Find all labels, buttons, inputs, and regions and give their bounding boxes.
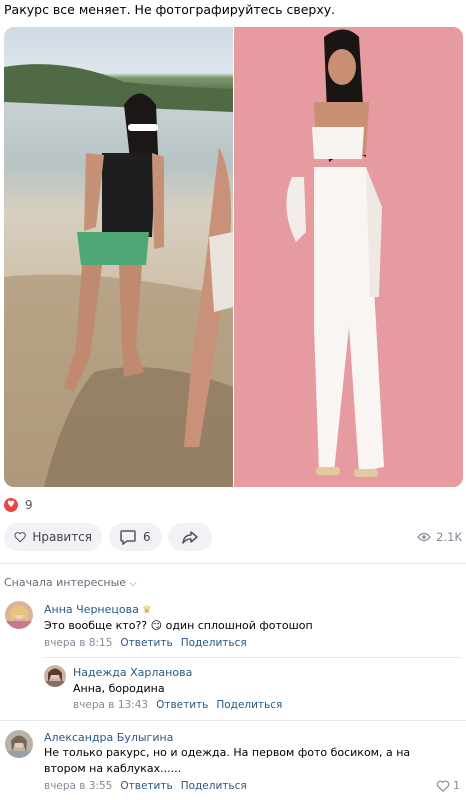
comment-time: вчера в 3:55 — [44, 780, 113, 792]
reply-link[interactable]: Ответить — [156, 699, 208, 711]
crown-icon: ♛ — [142, 605, 152, 616]
comment-text: Анна, бородина — [73, 682, 165, 695]
comment-button[interactable]: 6 — [109, 523, 162, 551]
views-counter: 2.1K — [417, 530, 462, 544]
beach-photo — [4, 27, 233, 487]
comment-time: вчера в 8:15 — [44, 637, 113, 649]
comment-icon — [120, 530, 136, 545]
comments-sort[interactable]: Сначала интересные ⌵ — [4, 576, 136, 589]
heart-outline-icon — [436, 780, 450, 792]
studio-photo — [234, 27, 463, 487]
reactions-count: 9 — [25, 498, 33, 512]
comment-like-button[interactable]: 1 — [436, 779, 460, 792]
divider — [0, 720, 466, 721]
share-link[interactable]: Поделиться — [216, 699, 282, 711]
reply-link[interactable]: Ответить — [120, 780, 172, 792]
like-button[interactable]: Нравится — [4, 523, 102, 551]
comment-author[interactable]: Александра Булыгина — [44, 731, 173, 744]
comment-time: вчера в 13:43 — [73, 699, 149, 711]
comment-author[interactable]: Анна Чернецова ♛ — [44, 603, 151, 616]
comment-meta: вчера в 3:55 Ответить Поделиться — [44, 780, 255, 792]
reactions-summary[interactable]: ♥ 9 — [4, 498, 33, 512]
comment-text: Не только ракурс, но и одежда. На первом… — [44, 746, 411, 775]
comment-meta: вчера в 13:43 Ответить Поделиться — [73, 699, 290, 711]
share-button[interactable] — [168, 523, 212, 551]
divider — [44, 657, 462, 658]
avatar[interactable] — [5, 730, 33, 758]
eye-icon — [417, 532, 432, 542]
heart-outline-icon — [14, 532, 26, 543]
chevron-down-icon: ⌵ — [129, 579, 137, 589]
reply-link[interactable]: Ответить — [120, 637, 172, 649]
avatar[interactable] — [5, 601, 33, 629]
comments-count: 6 — [143, 530, 151, 544]
post-photo[interactable] — [4, 27, 463, 487]
comment-text: Это вообще кто?? 😏 один сплошной фотошоп — [44, 619, 313, 632]
avatar[interactable] — [44, 665, 66, 687]
share-link[interactable]: Поделиться — [181, 780, 247, 792]
comment-like-count: 1 — [453, 779, 460, 792]
views-count: 2.1K — [436, 530, 462, 544]
post-text: Ракурс все меняет. Не фотографируйтесь с… — [4, 2, 336, 17]
like-label: Нравится — [32, 530, 92, 544]
divider — [0, 563, 466, 564]
share-icon — [182, 531, 198, 544]
share-link[interactable]: Поделиться — [181, 637, 247, 649]
comment-meta: вчера в 8:15 Ответить Поделиться — [44, 637, 255, 649]
heart-icon: ♥ — [4, 498, 18, 512]
sort-label: Сначала интересные — [4, 576, 127, 589]
comment-author[interactable]: Надежда Харланова — [73, 666, 192, 679]
